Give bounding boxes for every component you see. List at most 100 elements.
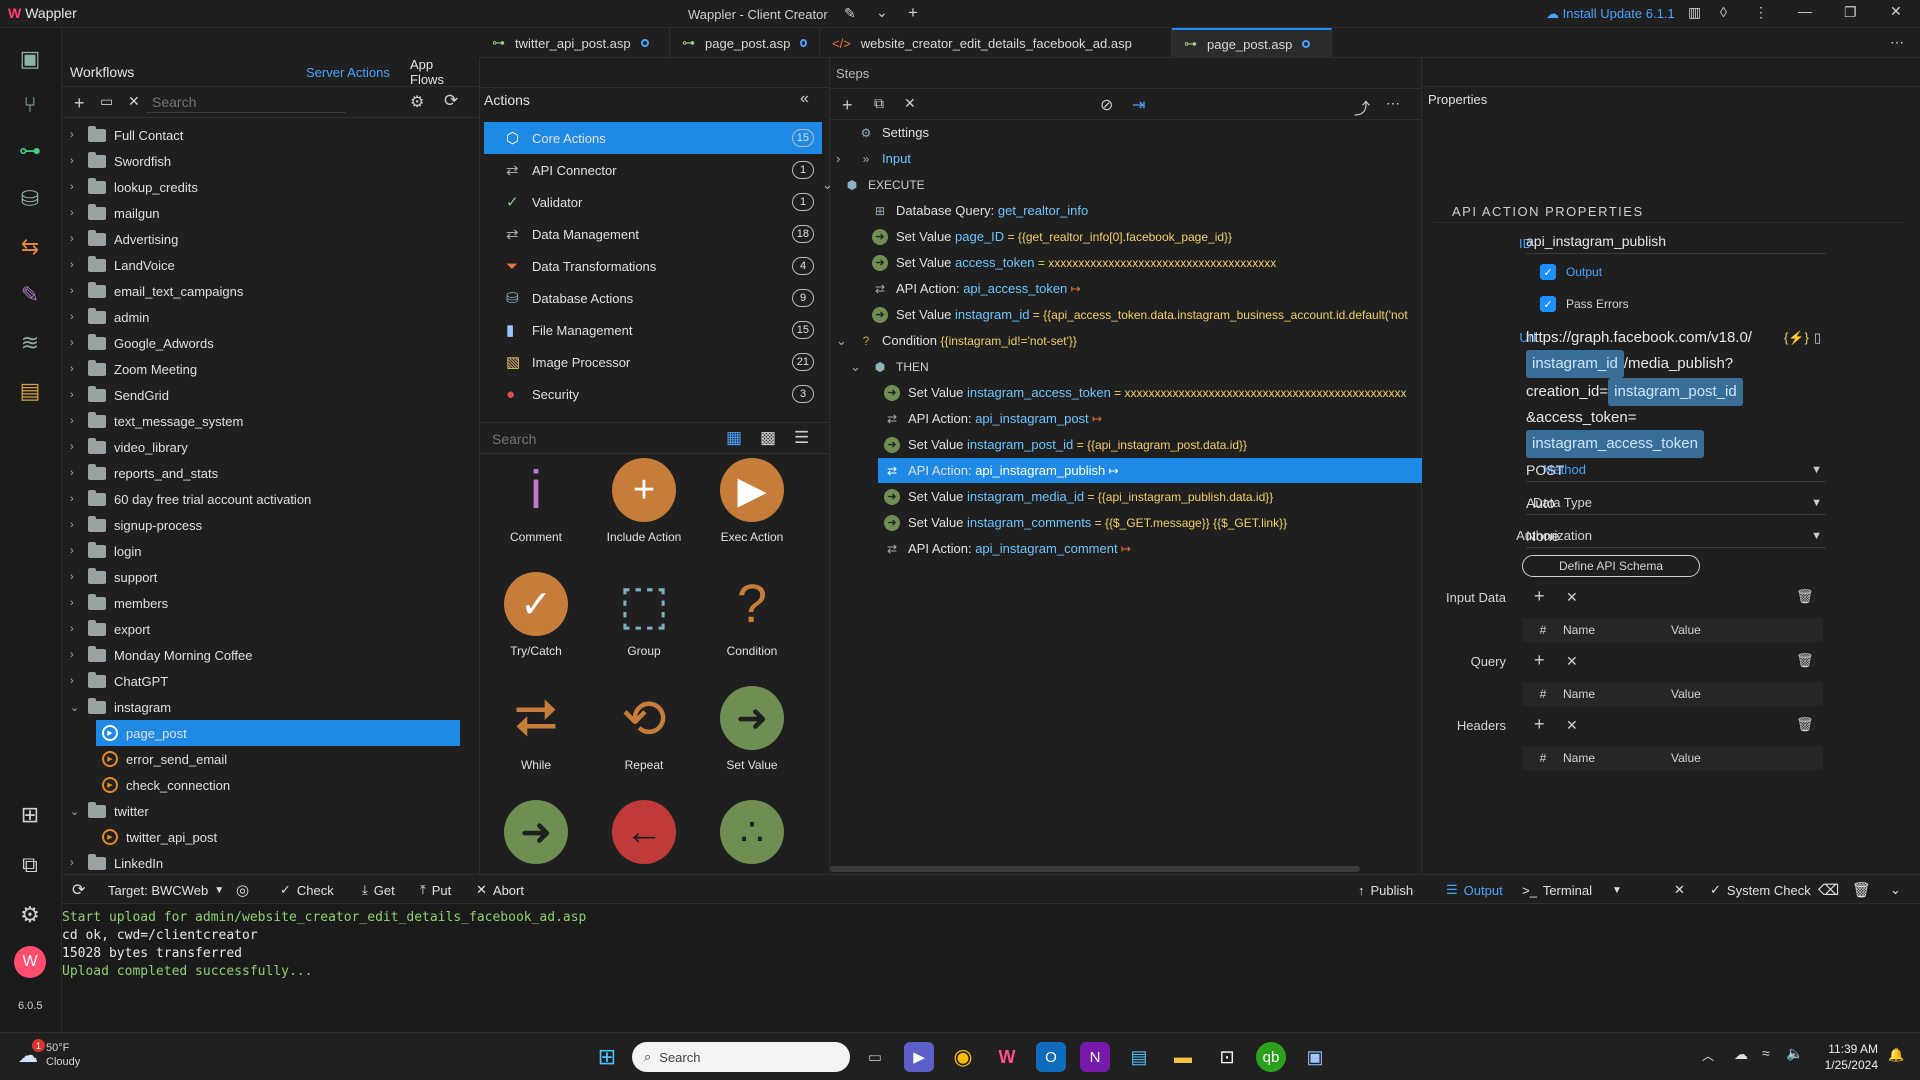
add-icon[interactable]: + — [1534, 714, 1545, 735]
new-folder-icon[interactable]: ▭ — [100, 93, 113, 110]
method-select[interactable]: POST ▼ — [1526, 458, 1826, 482]
abort-button[interactable]: ✕ Abort — [476, 875, 524, 905]
step-row[interactable]: ⌄ ⬢ THEN — [850, 354, 1422, 379]
share-icon[interactable]: ⤴ — [1354, 95, 1370, 119]
step-row[interactable]: ⚙ Settings — [852, 120, 1422, 145]
action-tile[interactable]: ▶ Exec Action — [698, 458, 806, 568]
chevron-right-icon[interactable]: › — [70, 675, 80, 687]
url-binding-pill[interactable]: instagram_id — [1526, 350, 1624, 378]
add-icon[interactable]: + — [1534, 586, 1545, 607]
step-row[interactable]: ➜ Set Value page_ID = {{get_realtor_info[… — [866, 224, 1422, 249]
install-update-button[interactable]: ☁ Install Update 6.1.1 — [1546, 6, 1675, 22]
workflow-action-item[interactable]: ▶ error_send_email — [96, 746, 460, 772]
publish-button[interactable]: ↑ Publish — [1358, 875, 1413, 905]
chevron-up-icon[interactable]: ︿ — [1702, 1047, 1714, 1064]
chevron-down-icon[interactable]: ⌄ — [70, 701, 80, 714]
chevron-right-icon[interactable]: › — [70, 259, 80, 271]
clipboard-icon[interactable]: ▯ — [1814, 330, 1821, 346]
url-binding-pill[interactable]: instagram_post_id — [1608, 378, 1743, 406]
put-button[interactable]: ⤒ Put — [420, 875, 451, 905]
resources-icon[interactable]: ⊞ — [13, 798, 47, 832]
chevron-right-icon[interactable]: › — [70, 571, 80, 583]
workflow-folder-item[interactable]: › Swordfish — [70, 148, 460, 174]
close-window-button[interactable]: ✕ — [1890, 3, 1902, 20]
step-row[interactable]: ⌄? Condition {{instagram_id!='not-set'}} — [836, 328, 1422, 353]
task-view-icon[interactable]: ▭ — [860, 1042, 890, 1072]
outlook-icon[interactable]: O — [1036, 1042, 1066, 1072]
workflows-icon[interactable]: ⊶ — [13, 134, 47, 168]
action-category-item[interactable]: ⇄ API Connector 1 — [480, 154, 822, 186]
authorization-select[interactable]: None ▼ — [1526, 524, 1826, 548]
chevron-down-icon[interactable]: ⌄ — [70, 805, 80, 818]
tab-website-creator-edit[interactable]: </> website_creator_edit_details_facebook… — [820, 28, 1172, 58]
notifications-bell-icon[interactable]: 🔔 — [1888, 1047, 1904, 1063]
chevron-right-icon[interactable]: › — [70, 649, 80, 661]
edit-icon[interactable]: ✎ — [844, 5, 856, 22]
chevron-right-icon[interactable]: › — [70, 441, 80, 453]
action-category-item[interactable]: ▮ File Management 15 — [480, 314, 822, 346]
chevron-down-icon[interactable]: ⌄ — [836, 333, 847, 349]
grid-small-view-icon[interactable]: ▩ — [760, 428, 776, 448]
workflow-folder-item[interactable]: › Google_Adwords — [70, 330, 460, 356]
tab-twitter-api-post[interactable]: ⊶ twitter_api_post.asp — [480, 28, 670, 58]
clipboard-icon[interactable]: ▤ — [13, 374, 47, 408]
workflow-folder-item[interactable]: › LinkedIn — [70, 850, 460, 876]
output-tab[interactable]: ☰ Output — [1446, 875, 1503, 905]
add-icon[interactable]: + — [1534, 650, 1545, 671]
pages-icon[interactable]: ▣ — [13, 42, 47, 76]
chevron-down-icon[interactable]: ⌄ — [1890, 875, 1901, 905]
chevron-down-icon[interactable]: ⌄ — [850, 359, 861, 375]
workflow-folder-item[interactable]: › text_message_system — [70, 408, 460, 434]
horizontal-scrollbar[interactable] — [830, 866, 1360, 872]
workflows-search-input[interactable] — [146, 91, 346, 113]
workflow-folder-item[interactable]: › SendGrid — [70, 382, 460, 408]
workflow-folder-item[interactable]: › lookup_credits — [70, 174, 460, 200]
workflow-folder-item[interactable]: › export — [70, 616, 460, 642]
more-horizontal-icon[interactable]: ⋯ — [1890, 34, 1904, 51]
action-tile[interactable]: ⮂ While — [482, 686, 590, 796]
wappler-taskbar-icon[interactable]: W — [992, 1042, 1022, 1072]
chevron-right-icon[interactable]: › — [70, 129, 80, 141]
add-icon[interactable]: + — [74, 93, 85, 114]
step-row[interactable]: ⊞ Database Query: get_realtor_info — [866, 198, 1422, 223]
chevron-right-icon[interactable]: › — [70, 519, 80, 531]
chevron-right-icon[interactable]: › — [70, 597, 80, 609]
actions-search-input[interactable] — [492, 429, 712, 449]
add-step-icon[interactable]: + — [842, 95, 853, 116]
remote-desktop-icon[interactable]: ▣ — [1300, 1042, 1330, 1072]
trash-icon[interactable]: 🗑 — [1796, 588, 1814, 605]
define-api-schema-button[interactable]: Define API Schema — [1522, 555, 1700, 577]
tab-app-flows[interactable]: App Flows — [410, 57, 470, 87]
chevron-right-icon[interactable]: › — [836, 151, 840, 166]
workflow-folder-item[interactable]: › Full Contact — [70, 122, 460, 148]
workflow-folder-item[interactable]: › ChatGPT — [70, 668, 460, 694]
clock[interactable]: 11:39 AM 1/25/2024 — [1820, 1041, 1878, 1073]
check-button[interactable]: ✓ Check — [280, 875, 334, 905]
step-row[interactable]: ⇄ API Action: api_instagram_post ↦ — [878, 406, 1422, 431]
chevron-down-icon[interactable]: ⌄ — [822, 177, 833, 193]
settings-icon[interactable]: ⚙ — [13, 898, 47, 932]
tab-page-post-active[interactable]: ⊶ page_post.asp — [1172, 28, 1332, 58]
chevron-down-icon[interactable]: ⌄ — [876, 4, 888, 21]
workflow-folder-item[interactable]: › Advertising — [70, 226, 460, 252]
url-binding-pill[interactable]: instagram_access_token — [1526, 430, 1704, 458]
trash-icon[interactable]: 🗑 — [1852, 875, 1871, 905]
workflow-folder-item[interactable]: › Zoom Meeting — [70, 356, 460, 382]
action-category-item[interactable]: ⏷ Data Transformations 4 — [480, 250, 822, 282]
api-icon[interactable]: ⇆ — [13, 230, 47, 264]
action-tile[interactable]: ⬚ Group — [590, 572, 698, 682]
volume-icon[interactable]: 🔈 — [1786, 1045, 1803, 1062]
workflow-folder-item[interactable]: › members — [70, 590, 460, 616]
layers-icon[interactable]: ≋ — [13, 326, 47, 360]
store-icon[interactable]: ⊡ — [1212, 1042, 1242, 1072]
step-row[interactable]: ➜ Set Value instagram_access_token = xxxx… — [878, 380, 1422, 405]
action-category-item[interactable]: ▧ Image Processor 21 — [480, 346, 822, 378]
quickbooks-icon[interactable]: qb — [1256, 1042, 1286, 1072]
weather-widget[interactable]: ☁ 1 50°F Cloudy — [18, 1039, 80, 1069]
action-tile[interactable]: ? Condition — [698, 572, 806, 682]
layout-icon[interactable]: ▥ — [1688, 4, 1701, 21]
delete-icon[interactable]: ✕ — [1566, 653, 1578, 670]
source-control-icon[interactable]: ⑂ — [13, 88, 47, 122]
workflow-folder-item[interactable]: › 60 day free trial account activation — [70, 486, 460, 512]
workflow-action-item[interactable]: ▶ twitter_api_post — [96, 824, 460, 850]
